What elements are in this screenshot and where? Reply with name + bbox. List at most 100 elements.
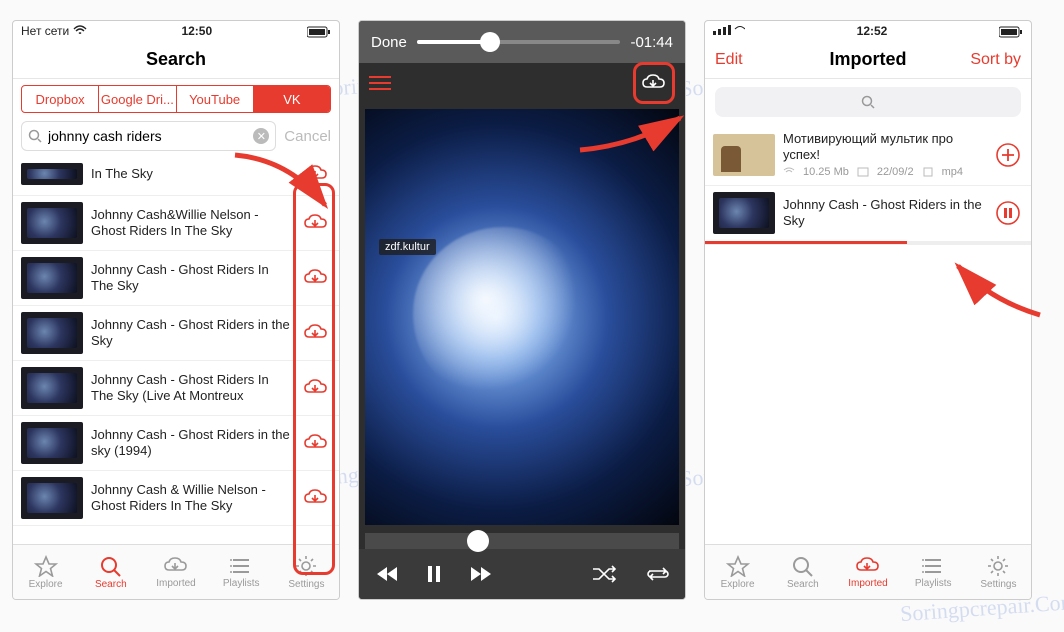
repeat-icon[interactable] <box>645 565 671 583</box>
tab-label: Settings <box>288 579 324 590</box>
result-row[interactable]: Johnny Cash - Ghost Riders In The Sky (L… <box>13 361 339 416</box>
signal-icon <box>713 24 745 38</box>
result-title: Johnny Cash&Willie Nelson - Ghost Riders… <box>91 207 293 240</box>
tab-explore[interactable]: Explore <box>705 545 770 599</box>
tab-settings[interactable]: Settings <box>274 545 339 599</box>
result-row[interactable]: Johnny Cash&Willie Nelson - Ghost Riders… <box>13 196 339 251</box>
edit-button[interactable]: Edit <box>715 51 775 69</box>
album-art: zdf.kultur <box>365 109 679 525</box>
search-box[interactable]: ✕ <box>21 121 276 151</box>
battery-icon <box>307 24 331 38</box>
tab-label: Playlists <box>915 578 952 589</box>
video-thumbnail <box>21 163 83 185</box>
tab-label: Imported <box>848 578 887 589</box>
results-list[interactable]: In The Sky Johnny Cash&Willie Nelson - G… <box>13 159 339 544</box>
cloud-icon <box>855 556 881 576</box>
result-row[interactable]: Johnny Cash & Willie Nelson - Ghost Ride… <box>13 471 339 526</box>
download-button[interactable] <box>301 483 331 513</box>
tab-label: Explore <box>721 579 755 590</box>
download-button[interactable] <box>301 159 331 189</box>
status-bar: Нет сети 12:50 <box>13 21 339 41</box>
cloud-icon <box>163 556 189 576</box>
prev-icon[interactable] <box>373 565 399 583</box>
clock: 12:52 <box>745 24 999 38</box>
result-row[interactable]: Johnny Cash - Ghost Riders In The Sky <box>13 251 339 306</box>
tab-imported[interactable]: Imported <box>143 545 208 599</box>
result-row[interactable]: Johnny Cash - Ghost Riders in the Sky <box>13 306 339 361</box>
tab-bar: Explore Search Imported Playlists Settings <box>13 544 339 599</box>
source-tab-google[interactable]: Google Dri... <box>99 86 176 112</box>
source-tab-dropbox[interactable]: Dropbox <box>22 86 99 112</box>
wifi-small-icon <box>783 167 795 177</box>
clear-icon[interactable]: ✕ <box>253 128 269 144</box>
star-icon <box>34 555 58 577</box>
video-thumbnail <box>713 134 775 176</box>
source-tabs: Dropbox Google Dri... YouTube VK <box>21 85 331 113</box>
cancel-button[interactable]: Cancel <box>284 128 331 145</box>
tab-label: Playlists <box>223 578 260 589</box>
tab-label: Explore <box>29 579 63 590</box>
page-title: Search <box>83 49 269 70</box>
done-button[interactable]: Done <box>371 34 407 51</box>
pause-button[interactable] <box>993 198 1023 228</box>
gear-icon <box>294 555 318 577</box>
result-row[interactable]: Johnny Cash - Ghost Riders in the sky (1… <box>13 416 339 471</box>
source-tab-youtube[interactable]: YouTube <box>177 86 254 112</box>
download-progress <box>705 241 1031 244</box>
item-date: 22/09/2 <box>877 166 914 180</box>
calendar-icon <box>857 167 869 177</box>
tab-bar: Explore Search Imported Playlists Settings <box>705 544 1031 599</box>
download-button[interactable] <box>301 318 331 348</box>
tab-search[interactable]: Search <box>78 545 143 599</box>
result-row[interactable]: In The Sky <box>13 159 339 196</box>
result-title: Johnny Cash - Ghost Riders in the sky (1… <box>91 427 293 460</box>
list-item[interactable]: Мотивирующий мультик про успех! 10.25 Mb… <box>705 125 1031 186</box>
item-format: mp4 <box>942 166 963 180</box>
file-icon <box>922 167 934 177</box>
progress-knob[interactable] <box>467 530 489 552</box>
add-button[interactable] <box>993 140 1023 170</box>
tab-search[interactable]: Search <box>770 545 835 599</box>
pause-icon[interactable] <box>427 565 441 583</box>
status-bar: 12:52 <box>705 21 1031 41</box>
carrier-label: Нет сети <box>21 24 87 38</box>
search-input[interactable] <box>48 128 247 144</box>
channel-tag: zdf.kultur <box>379 239 436 255</box>
iphone-imported-screen: 12:52 Edit Imported Sort by Мотивирующий… <box>704 20 1032 600</box>
header: Edit Imported Sort by <box>705 41 1031 79</box>
player-controls <box>359 549 685 599</box>
video-thumbnail <box>21 257 83 299</box>
shuffle-icon[interactable] <box>591 565 617 583</box>
wifi-icon <box>73 25 87 35</box>
tab-playlists[interactable]: Playlists <box>209 545 274 599</box>
item-title: Мотивирующий мультик про успех! <box>783 131 985 164</box>
download-button[interactable] <box>301 428 331 458</box>
menu-icon[interactable] <box>369 76 391 90</box>
tab-explore[interactable]: Explore <box>13 545 78 599</box>
next-icon[interactable] <box>469 565 495 583</box>
list-icon <box>229 556 253 576</box>
slider-knob[interactable] <box>480 32 500 52</box>
progress-bar[interactable] <box>365 533 679 549</box>
tab-label: Search <box>787 579 819 590</box>
tab-imported[interactable]: Imported <box>835 545 900 599</box>
download-button[interactable] <box>301 373 331 403</box>
download-button[interactable] <box>301 208 331 238</box>
search-field[interactable] <box>715 87 1021 117</box>
iphone-search-screen: Нет сети 12:50 Search Dropbox Google Dri… <box>12 20 340 600</box>
video-thumbnail <box>21 312 83 354</box>
tab-settings[interactable]: Settings <box>966 545 1031 599</box>
download-cloud-button[interactable] <box>633 62 675 104</box>
tab-label: Search <box>95 579 127 590</box>
download-button[interactable] <box>301 263 331 293</box>
imported-list[interactable]: Мотивирующий мультик про успех! 10.25 Mb… <box>705 125 1031 335</box>
sort-button[interactable]: Sort by <box>961 51 1021 69</box>
result-title: Johnny Cash - Ghost Riders In The Sky <box>91 262 293 295</box>
scrub-slider[interactable] <box>417 40 621 44</box>
list-item[interactable]: Johnny Cash - Ghost Riders in the Sky <box>705 186 1031 245</box>
item-title: Johnny Cash - Ghost Riders in the Sky <box>783 197 985 230</box>
gear-icon <box>986 555 1010 577</box>
tab-label: Imported <box>156 578 195 589</box>
tab-playlists[interactable]: Playlists <box>901 545 966 599</box>
source-tab-vk[interactable]: VK <box>254 86 330 112</box>
